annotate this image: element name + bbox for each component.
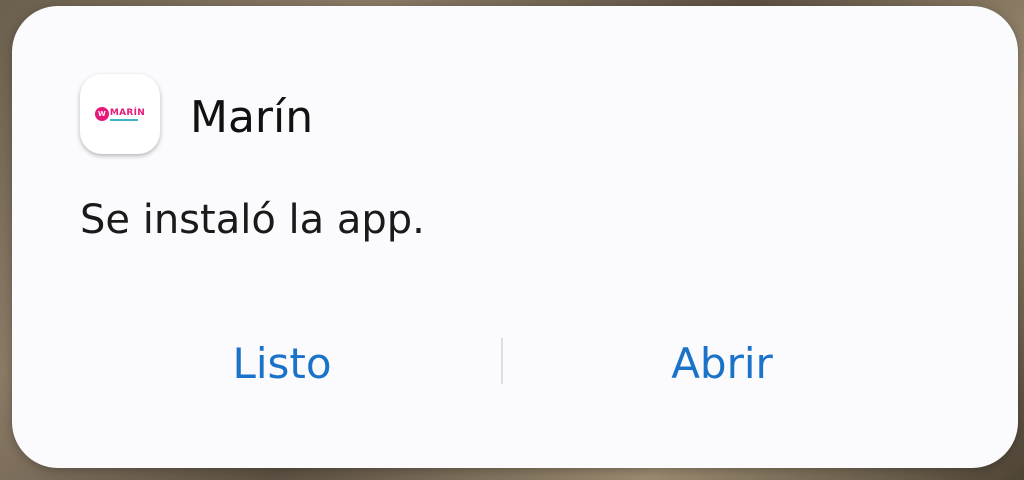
logo-underline (109, 118, 138, 121)
app-icon: W MARÍN (80, 74, 160, 154)
logo-wordmark: MARÍN (109, 107, 146, 118)
done-button[interactable]: Listo (42, 318, 522, 408)
logo-badge: W (94, 107, 109, 121)
install-message: Se instaló la app. (80, 197, 425, 243)
open-button[interactable]: Abrir (482, 318, 962, 408)
marin-logo: W MARÍN (94, 107, 146, 121)
app-name: Marín (190, 92, 314, 143)
